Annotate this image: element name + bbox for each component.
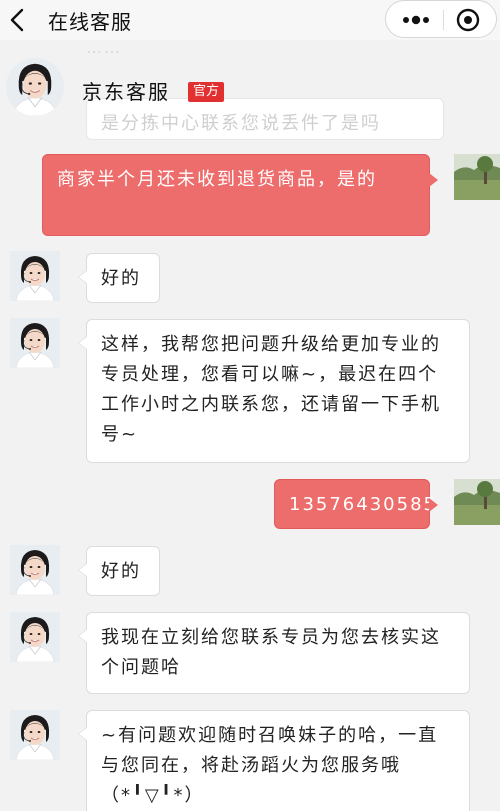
message-incoming[interactable]: 好的 (78, 546, 160, 596)
message-incoming[interactable]: 好的 (78, 253, 160, 303)
agent-avatar[interactable] (10, 612, 60, 662)
agent-avatar-large[interactable] (6, 58, 64, 116)
user-photo-icon (454, 479, 500, 525)
agent-header: 京东客服 官方 (0, 58, 500, 122)
agent-avatar[interactable] (10, 318, 60, 368)
agent-avatar[interactable] (10, 545, 60, 595)
mini-program-capsule (385, 0, 497, 38)
more-dots-icon[interactable] (398, 9, 434, 31)
agent-avatar[interactable] (10, 710, 60, 760)
message-outgoing[interactable]: 商家半个月还未收到退货商品，是的 (42, 154, 438, 236)
faded-previous-text: …… (86, 38, 122, 57)
user-photo-icon (454, 154, 500, 200)
message-outgoing-phone[interactable]: 13576430585 (274, 479, 438, 529)
message-incoming[interactable]: ~有问题欢迎随时召唤妹子的哈，一直与您同在，将赴汤蹈火为您服务哦（*╹▽╹*） (78, 710, 470, 811)
agent-portrait-icon (10, 612, 60, 662)
target-close-icon[interactable] (454, 6, 482, 34)
agent-portrait-icon (10, 710, 60, 760)
agent-name: 京东客服 (82, 80, 170, 104)
user-avatar[interactable] (454, 479, 500, 525)
user-avatar[interactable] (454, 154, 500, 200)
agent-portrait-icon (10, 251, 60, 301)
agent-portrait-icon (10, 318, 60, 368)
page-title: 在线客服 (48, 10, 132, 34)
message-incoming[interactable]: 这样，我帮您把问题升级给更加专业的专员处理，您看可以嘛~，最迟在四个工作小时之内… (78, 319, 470, 463)
agent-avatar[interactable] (10, 251, 60, 301)
message-incoming[interactable]: 我现在立刻给您联系专员为您去核实这个问题哈 (78, 612, 470, 694)
top-navigation-bar: 在线客服 (0, 0, 500, 40)
capsule-divider (443, 10, 444, 30)
chevron-left-icon[interactable] (6, 6, 30, 34)
agent-portrait-icon (6, 58, 64, 116)
official-badge: 官方 (188, 82, 225, 102)
agent-portrait-icon (10, 545, 60, 595)
